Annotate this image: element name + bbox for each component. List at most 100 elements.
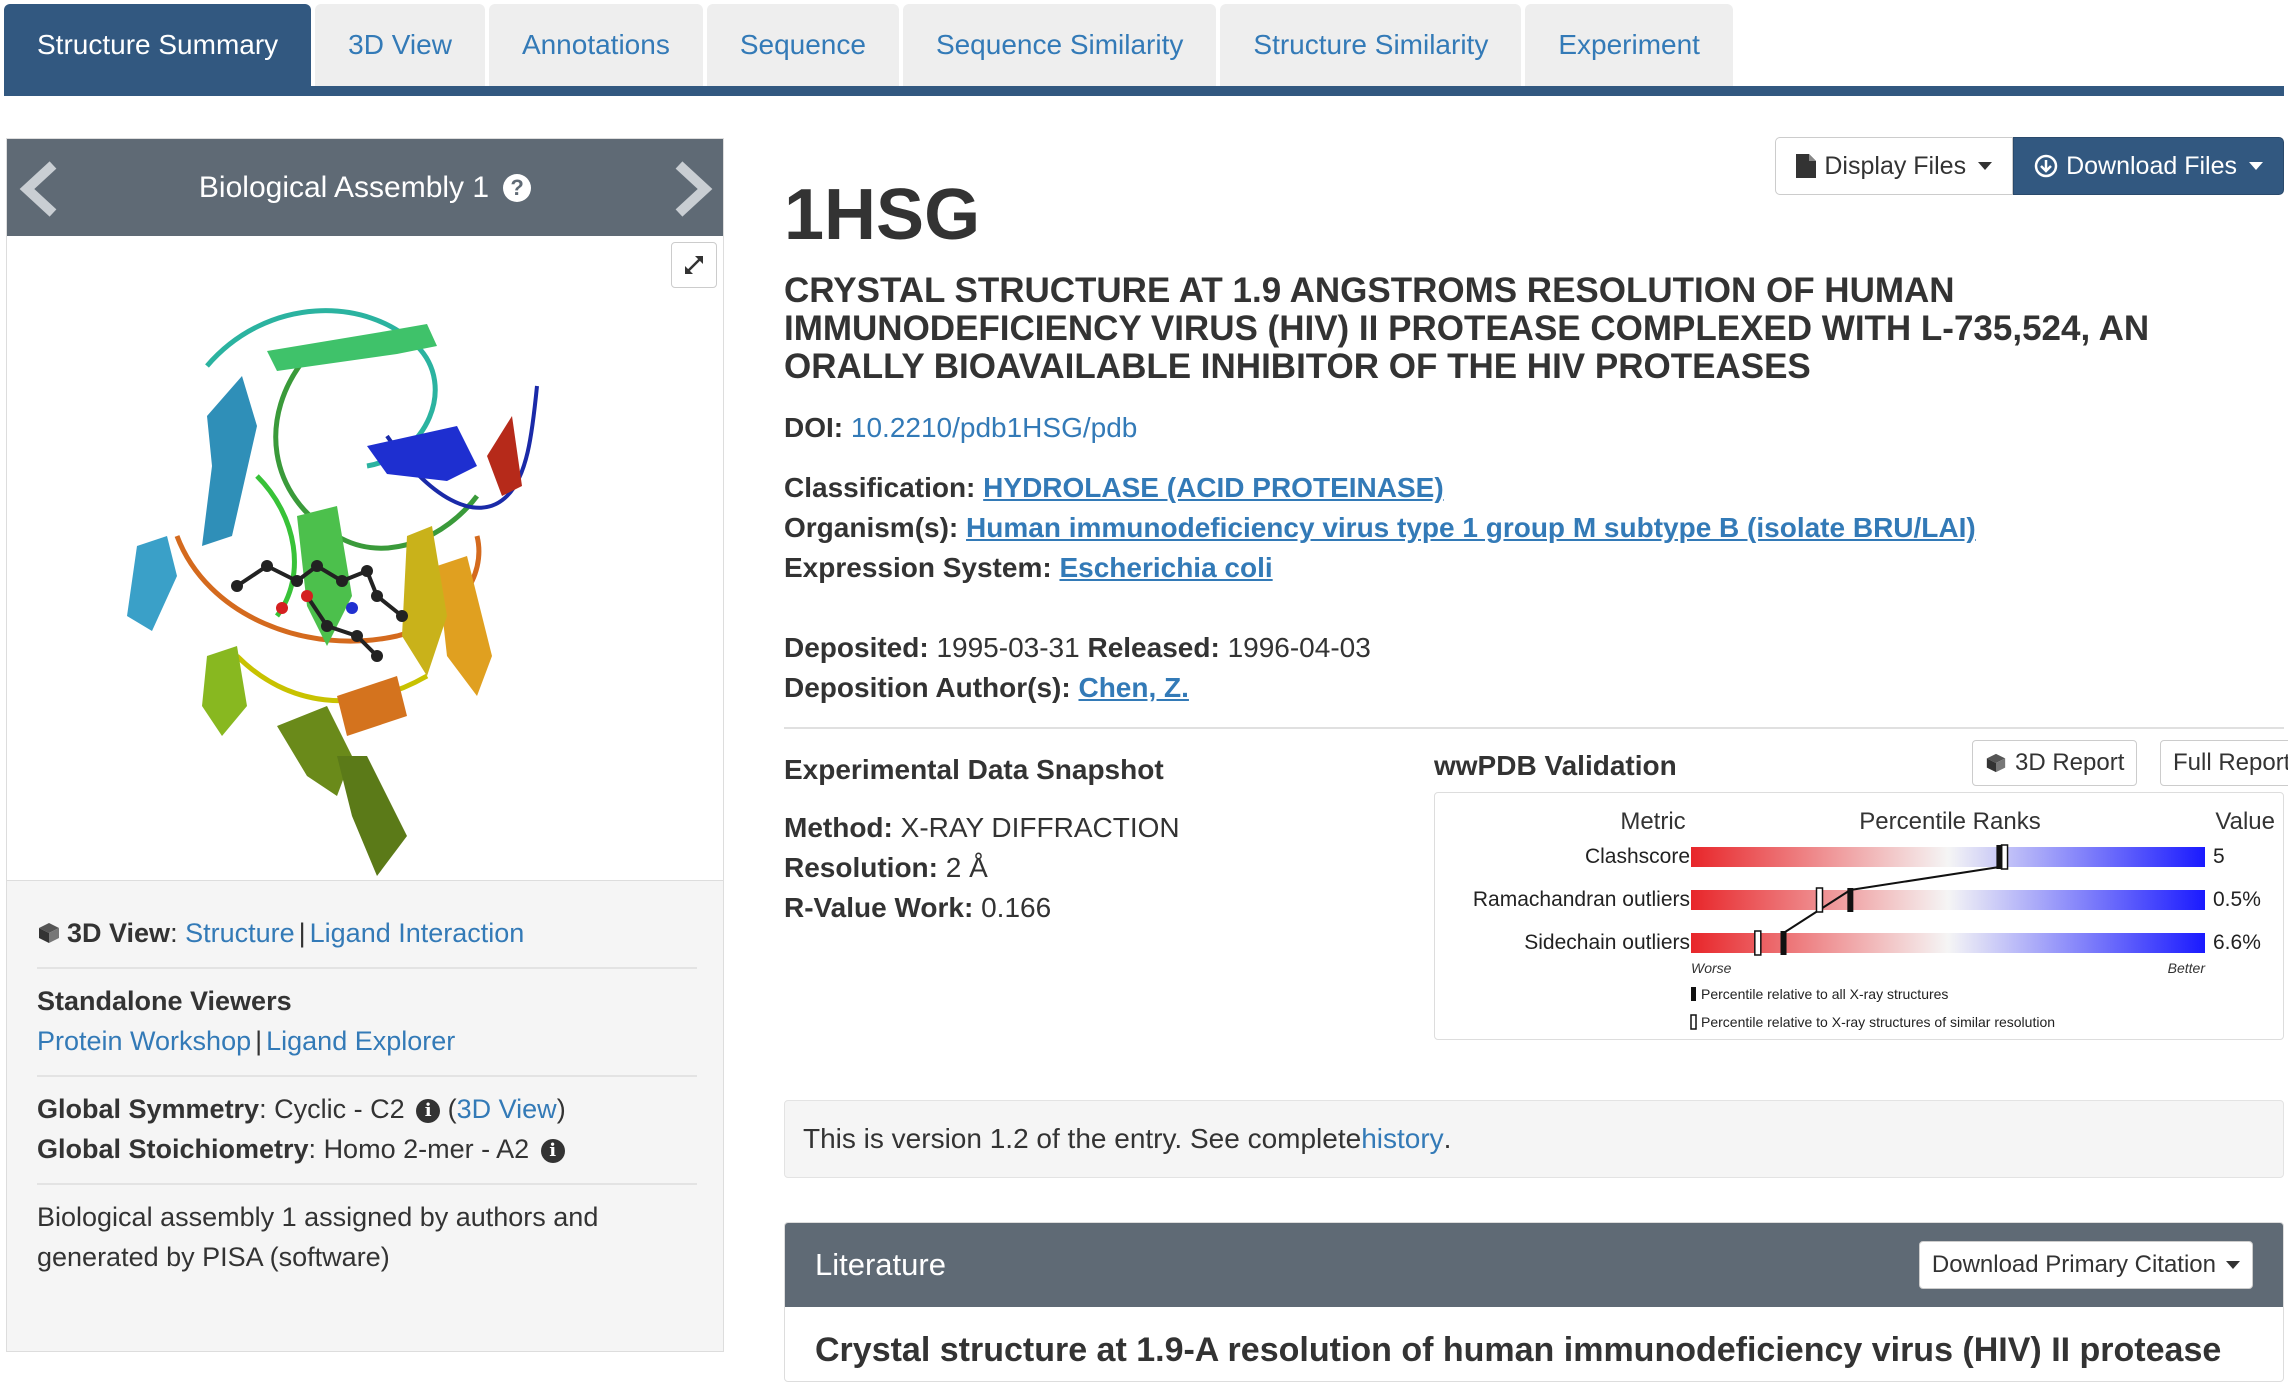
cube-icon	[1986, 753, 2006, 773]
rvalue-value: 0.166	[981, 892, 1052, 923]
full-report-button[interactable]: Full Report	[2160, 740, 2288, 786]
tab-experiment[interactable]: Experiment	[1525, 4, 1733, 86]
download-circle-icon	[2034, 154, 2058, 178]
similar-resolution-marker	[1815, 887, 1824, 913]
citation-title[interactable]: Crystal structure at 1.9-A resolution of…	[815, 1331, 2221, 1370]
deposited-date: 1995-03-31	[936, 632, 1080, 663]
cube-icon	[39, 923, 59, 943]
3d-report-button[interactable]: 3D Report	[1972, 740, 2138, 786]
download-files-button[interactable]: Download Files	[2013, 137, 2284, 195]
info-icon[interactable]: i	[540, 1139, 565, 1163]
help-icon[interactable]: ?	[503, 173, 532, 202]
assembly-note-section: Biological assembly 1 assigned by author…	[37, 1185, 697, 1291]
metric-name: Ramachandran outliers	[1473, 888, 1690, 911]
assembly-header: Biological Assembly 1 ?	[7, 139, 723, 236]
info-icon[interactable]: i	[416, 1099, 441, 1123]
assembly-note: Biological assembly 1 assigned by author…	[37, 1202, 599, 1272]
doi-label: DOI:	[784, 412, 844, 443]
ligand-interaction-link[interactable]: Ligand Interaction	[310, 918, 525, 948]
legend-all-text: Percentile relative to all X-ray structu…	[1701, 986, 1948, 1002]
all-structures-marker	[1780, 931, 1787, 955]
percentile-bar	[1691, 890, 2205, 910]
organism-link[interactable]: Human immunodeficiency virus type 1 grou…	[966, 512, 1976, 543]
value-header: Value	[2215, 808, 2275, 835]
tab-annotations[interactable]: Annotations	[488, 4, 703, 86]
literature-title: Literature	[815, 1247, 946, 1282]
tab-structure-summary[interactable]: Structure Summary	[4, 4, 312, 86]
symmetry-3d-view-link[interactable]: 3D View	[457, 1094, 557, 1124]
snapshot-title: Experimental Data Snapshot	[784, 754, 1164, 785]
tab-sequence[interactable]: Sequence	[706, 4, 899, 86]
version-notice: This is version 1.2 of the entry. See co…	[784, 1100, 2284, 1178]
metric-name: Sidechain outliers	[1524, 931, 1690, 954]
validation-slider-graphic: Metric Percentile Ranks Value Clashscore…	[1473, 808, 2275, 1030]
assembly-panel: Biological Assembly 1 ? 3D View: Structu…	[6, 138, 724, 1352]
symmetry-section: Global Symmetry: Cyclic - C2 i (3D View)…	[37, 1077, 697, 1185]
download-citation-button[interactable]: Download Primary Citation	[1918, 1241, 2253, 1289]
metric-header: Metric	[1620, 808, 1685, 835]
author-link[interactable]: Chen, Z.	[1078, 672, 1188, 703]
resolution-value: 2 Å	[945, 852, 988, 883]
doi-row: DOI: 10.2210/pdb1HSG/pdb	[784, 408, 1137, 448]
tab-3d-view[interactable]: 3D View	[315, 4, 485, 86]
classification-link[interactable]: HYDROLASE (ACID PROTEINASE)	[983, 472, 1443, 503]
full-report-label: Full Report	[2173, 749, 2288, 776]
expand-button[interactable]	[671, 242, 717, 288]
3d-report-label: 3D Report	[2015, 749, 2125, 776]
structure-link[interactable]: Structure	[185, 918, 295, 948]
deposited-label: Deposited:	[784, 632, 929, 663]
version-end: .	[1443, 1123, 1452, 1154]
legend-similar-marker	[1690, 1014, 1697, 1030]
divider	[784, 727, 2284, 729]
tab-structure-similarity[interactable]: Structure Similarity	[1220, 4, 1522, 86]
method-value: X-RAY DIFFRACTION	[900, 812, 1180, 843]
caret-down-icon	[1978, 162, 1993, 170]
organism-label: Organism(s):	[784, 512, 959, 543]
standalone-viewers-section: Standalone Viewers Protein Workshop | Liga…	[37, 969, 697, 1077]
percentile-bar	[1691, 933, 2205, 953]
caret-down-icon	[2226, 1261, 2240, 1269]
chevron-right-icon[interactable]	[673, 159, 713, 219]
download-citation-label: Download Primary Citation	[1931, 1251, 2216, 1278]
percentile-ranks-header: Percentile Ranks	[1859, 808, 2040, 835]
metric-name: Clashscore	[1585, 845, 1690, 868]
percentile-bar	[1691, 847, 2205, 867]
ligand-explorer-link[interactable]: Ligand Explorer	[266, 1026, 455, 1056]
display-files-button[interactable]: Display Files	[1775, 137, 2014, 195]
protein-workshop-link[interactable]: Protein Workshop	[37, 1026, 251, 1056]
validation-title: wwPDB Validation	[1434, 750, 1677, 781]
global-stoichiometry-label: Global Stoichiometry	[37, 1134, 309, 1164]
view3d-section: 3D View: Structure | Ligand Interaction	[37, 901, 697, 969]
all-structures-marker	[1996, 845, 2003, 869]
dates-block: Deposited: 1995-03-31 Released: 1996-04-…	[784, 628, 1371, 708]
display-files-label: Display Files	[1824, 151, 1967, 180]
file-icon	[1796, 154, 1817, 178]
similar-resolution-marker	[2000, 844, 2009, 870]
standalone-viewers-title: Standalone Viewers	[37, 986, 292, 1016]
global-stoichiometry-value: Homo 2-mer - A2	[323, 1134, 530, 1164]
classification-block: Classification: HYDROLASE (ACID PROTEINA…	[784, 468, 1976, 588]
literature-panel: Literature Download Primary Citation Cry…	[784, 1222, 2284, 1382]
entry-title: CRYSTAL STRUCTURE AT 1.9 ANGSTROMS RESOL…	[784, 271, 2150, 386]
tab-bar: Structure Summary 3D View Annotations Se…	[4, 4, 2284, 96]
all-structures-marker	[1847, 888, 1854, 912]
download-files-label: Download Files	[2066, 151, 2237, 180]
tabs: Structure Summary 3D View Annotations Se…	[4, 4, 1733, 86]
protein-structure-image	[127, 308, 539, 876]
assembly-info: 3D View: Structure | Ligand Interaction St…	[37, 901, 697, 1291]
metric-value: 6.6%	[2213, 931, 2261, 954]
tab-sequence-similarity[interactable]: Sequence Similarity	[902, 4, 1217, 86]
metric-value: 0.5%	[2213, 888, 2261, 911]
global-symmetry-label: Global Symmetry	[37, 1094, 260, 1124]
rvalue-label: R-Value Work:	[784, 892, 974, 923]
validation-slider-box: Metric Percentile Ranks Value Clashscore…	[1434, 792, 2284, 1040]
metric-value: 5	[2213, 845, 2225, 868]
expression-link[interactable]: Escherichia coli	[1059, 552, 1272, 583]
history-link[interactable]: history	[1361, 1123, 1443, 1155]
caret-down-icon	[2249, 162, 2263, 170]
legend-all-marker	[1691, 987, 1696, 1001]
structure-viewer[interactable]	[7, 236, 723, 881]
legend-similar-text: Percentile relative to X-ray structures …	[1701, 1014, 2055, 1030]
doi-link[interactable]: 10.2210/pdb1HSG/pdb	[851, 412, 1137, 443]
released-label: Released:	[1087, 632, 1220, 663]
